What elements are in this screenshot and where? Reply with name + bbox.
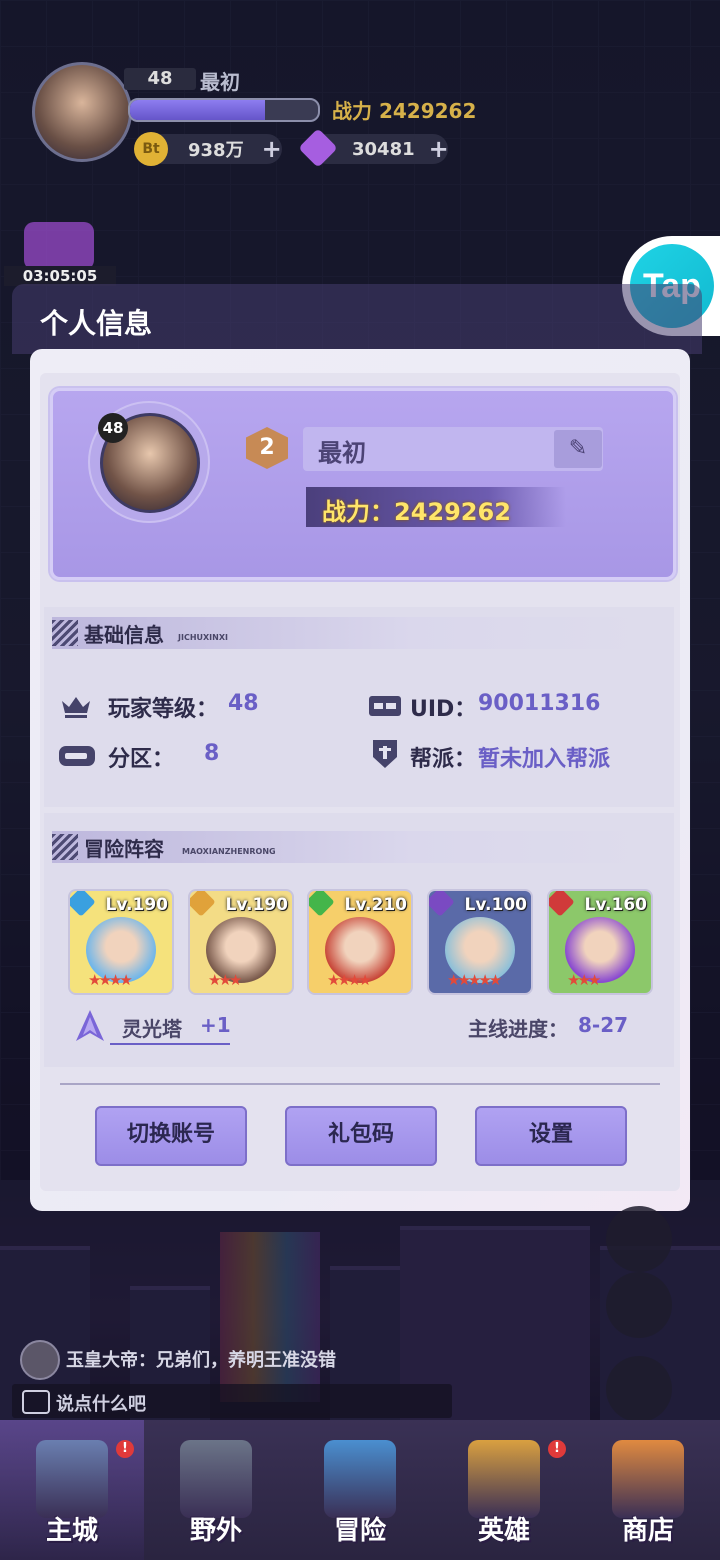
id-card-icon (368, 695, 402, 721)
pencil-icon: ✎ (568, 436, 588, 461)
guild-shield-icon (372, 739, 398, 773)
main-progress-value: 8-27 (578, 1013, 629, 1037)
chat-input-placeholder[interactable]: 说点什么吧 (56, 1390, 146, 1416)
hero-element-icon (70, 891, 96, 917)
nav-label: 商店 (621, 1516, 674, 1546)
tower-underline (110, 1043, 230, 1045)
chat-message: 玉皇大帝：兄弟们，养明王准没错 (66, 1350, 336, 1371)
nav-label: 英雄 (477, 1516, 530, 1546)
player-level-value: 48 (228, 691, 259, 716)
spirit-tower-label: 灵光塔 (122, 1017, 182, 1041)
basic-info-subtitle: JICHUXINXI (178, 633, 228, 642)
chat-bubble-icon (22, 1390, 50, 1414)
hero-element-icon (549, 891, 575, 917)
nav-item-4[interactable]: 商店 (576, 1420, 720, 1560)
nav-item-1[interactable]: 野外 (144, 1420, 288, 1560)
nav-icon (324, 1440, 396, 1518)
uid-value[interactable]: 90011316 (478, 691, 600, 716)
nav-icon (612, 1440, 684, 1518)
hud-power: 战力 2429262 (332, 99, 477, 123)
lineup-title: 冒险阵容 (84, 837, 164, 861)
page-title: 个人信息 (40, 307, 153, 340)
gold-coin-icon: Bt (134, 132, 168, 166)
divider (60, 1083, 660, 1085)
nav-item-3[interactable]: 英雄! (432, 1420, 576, 1560)
chat-sender-avatar (20, 1340, 60, 1380)
spirit-tower-value: +1 (200, 1013, 231, 1037)
hero-element-icon (429, 891, 455, 917)
side-button-bag[interactable] (606, 1272, 672, 1338)
hero-stars: ★★★★ (327, 971, 372, 989)
hud-player-name: 最初 (200, 70, 240, 94)
notification-badge: ! (116, 1440, 134, 1458)
spirit-tower-icon (74, 1009, 106, 1047)
nav-label: 野外 (189, 1516, 242, 1546)
gold-amount: 938万 (188, 140, 244, 161)
hero-level: Lv.190 (105, 895, 168, 915)
hud-xp-bar (128, 98, 320, 122)
hero-card[interactable]: Lv.210 ★★★★ (307, 889, 413, 995)
gem-amount: 30481 (352, 138, 415, 160)
nav-icon (36, 1440, 108, 1518)
edit-name-button[interactable]: ✎ (554, 430, 602, 468)
hero-card[interactable]: Lv.100 ★★★★★ (427, 889, 533, 995)
player-level-label: 玩家等级： (108, 697, 219, 722)
hero-stars: ★★★ (567, 971, 601, 989)
nav-item-0[interactable]: 主城! (0, 1420, 144, 1560)
hero-stars: ★★★ (208, 971, 242, 989)
switch-account-button[interactable]: 切换账号 (95, 1106, 247, 1166)
nav-item-2[interactable]: 冒险 (288, 1420, 432, 1560)
hud-xp-fill (130, 100, 266, 120)
hero-element-icon (309, 891, 335, 917)
notification-badge: ! (548, 1440, 566, 1458)
hero-element-icon (190, 891, 216, 917)
hero-level: Lv.160 (584, 895, 647, 915)
hud-avatar[interactable] (32, 62, 132, 162)
hero-card[interactable]: Lv.160 ★★★ (547, 889, 653, 995)
nav-icon (468, 1440, 540, 1518)
avatar-level-badge: 48 (98, 413, 128, 443)
gold-pill: 938万 + (148, 134, 282, 164)
hero-level: Lv.190 (225, 895, 288, 915)
profile-name: 最初 (318, 439, 366, 467)
gem-add-button[interactable]: + (429, 135, 449, 163)
side-button-mask[interactable] (606, 1206, 672, 1272)
zone-label: 分区： (108, 747, 175, 772)
profile-modal: 48 2 最初 ✎ 战力：2429262 基础信息 JICHUXINXI 玩家等… (30, 349, 690, 1211)
side-button-ranking[interactable] (606, 1356, 672, 1422)
uid-label: UID： (410, 697, 477, 722)
server-icon (58, 745, 96, 771)
gift-code-button[interactable]: 礼包码 (285, 1106, 437, 1166)
gift-event-icon[interactable] (24, 222, 94, 270)
hero-card[interactable]: Lv.190 ★★★★ (68, 889, 174, 995)
zone-value: 8 (204, 741, 220, 766)
guild-value: 暂未加入帮派 (478, 747, 611, 772)
section-stripe-icon (52, 834, 78, 860)
crown-icon (60, 695, 92, 723)
section-stripe-icon (52, 620, 78, 646)
hero-stars: ★★★★ (88, 971, 133, 989)
hero-card[interactable]: Lv.190 ★★★ (188, 889, 294, 995)
hero-stars: ★★★★★ (447, 971, 502, 989)
hud-level: 48 (124, 68, 196, 90)
guild-label: 帮派： (410, 747, 477, 772)
event-timer: 03:05:05 (4, 266, 116, 286)
lineup-subtitle: MAOXIANZHENRONG (182, 847, 276, 856)
basic-info-title: 基础信息 (84, 623, 164, 647)
nav-label: 主城 (45, 1516, 98, 1546)
hero-level: Lv.210 (344, 895, 407, 915)
hero-level: Lv.100 (464, 895, 527, 915)
gold-add-button[interactable]: + (262, 135, 282, 163)
profile-power: 战力：2429262 (322, 498, 511, 526)
main-progress-label: 主线进度： (468, 1017, 568, 1041)
nav-label: 冒险 (333, 1516, 386, 1546)
nav-icon (180, 1440, 252, 1518)
settings-button[interactable]: 设置 (475, 1106, 627, 1166)
